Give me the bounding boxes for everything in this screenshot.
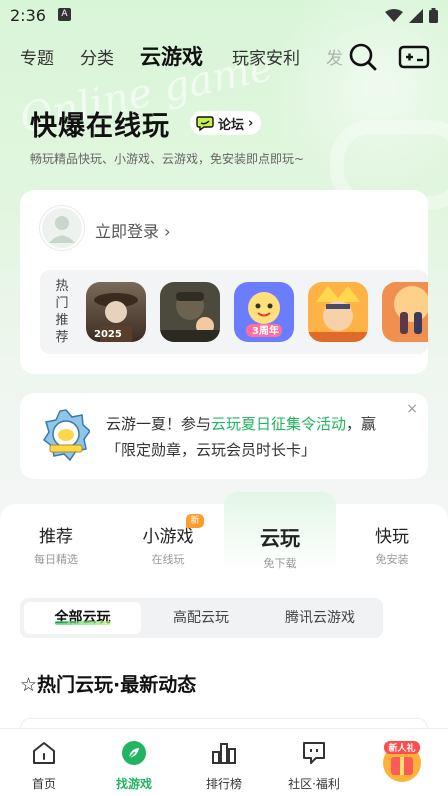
nav-home[interactable]: 首页 xyxy=(9,739,79,792)
game-icon-2[interactable] xyxy=(160,282,220,342)
tab-topics[interactable]: 专题 xyxy=(20,44,54,69)
login-link[interactable]: 立即登录 › xyxy=(95,218,171,242)
tab-more[interactable]: 发 xyxy=(326,44,343,69)
notification-a-icon: A xyxy=(58,8,71,21)
battery-icon xyxy=(429,8,438,23)
section-title: ☆热门云玩·最新动态 xyxy=(20,674,197,696)
hero-title: 快爆在线玩 xyxy=(30,111,170,142)
gamepad-icon[interactable] xyxy=(398,42,430,72)
wifi-icon xyxy=(385,8,403,22)
category-mini-games[interactable]: 小游戏 在线玩 xyxy=(123,522,213,567)
status-bar: 2:36 A xyxy=(0,0,448,32)
search-icon[interactable] xyxy=(348,42,378,72)
medal-icon xyxy=(42,409,90,461)
activity-banner-text: 云游一夏！参与云玩夏日征集令活动，赢「限定勋章，云玩会员时长卡」 xyxy=(106,415,377,459)
game-icon-5[interactable] xyxy=(382,282,428,342)
category-recommend[interactable]: 推荐 每日精选 xyxy=(11,522,101,567)
sub-tabs: 全部云玩 高配云玩 腾讯云游戏 xyxy=(20,598,383,638)
sub-tab-high-spec[interactable]: 高配云玩 xyxy=(145,602,257,634)
activity-banner[interactable]: 云游一夏！参与云玩夏日征集令活动，赢「限定勋章，云玩会员时长卡」 × xyxy=(20,393,428,479)
game-icon-1[interactable]: 2025 xyxy=(86,282,146,342)
svg-text:3周年: 3周年 xyxy=(252,324,279,337)
top-nav: 专题 分类 云游戏 玩家安利 发 xyxy=(0,40,448,76)
leaf-icon xyxy=(122,741,146,765)
status-icons xyxy=(385,8,438,23)
default-avatar-icon xyxy=(49,216,75,243)
nav-find-games[interactable]: 找游戏 xyxy=(99,739,169,792)
home-icon xyxy=(33,742,55,764)
hot-recommend: 热门推荐 2025 3周年 xyxy=(40,270,428,354)
chart-icon xyxy=(212,743,236,764)
chat-bubble-icon xyxy=(196,116,214,131)
close-icon[interactable]: × xyxy=(406,401,418,417)
new-badge: 新 xyxy=(186,514,204,528)
svg-text:2025: 2025 xyxy=(94,329,122,340)
login-card: 立即登录 › 热门推荐 2025 3周年 xyxy=(20,190,428,374)
signal-icon xyxy=(409,8,423,23)
nav-community[interactable]: 社区·福利 xyxy=(279,739,349,792)
tab-cloud-games[interactable]: 云游戏 xyxy=(138,41,205,71)
sub-tab-all[interactable]: 全部云玩 xyxy=(24,602,141,634)
newcomer-gift-icon[interactable]: 新人礼 xyxy=(378,737,426,783)
gift-badge-text: 新人礼 xyxy=(388,742,415,754)
tab-categories[interactable]: 分类 xyxy=(80,44,114,69)
avatar[interactable] xyxy=(40,206,84,250)
category-quick-play[interactable]: 快玩 免安装 xyxy=(347,522,437,567)
hot-recommend-label: 热门推荐 xyxy=(55,279,69,345)
forum-button[interactable]: 论坛 › xyxy=(190,111,262,135)
nav-rankings[interactable]: 排行榜 xyxy=(189,739,259,792)
status-time: 2:36 xyxy=(10,6,46,25)
forum-chevron: › xyxy=(248,115,254,131)
forum-label: 论坛 xyxy=(218,117,245,133)
game-icon-4[interactable] xyxy=(308,282,368,342)
hero-subtitle: 畅玩精品快玩、小游戏、云游戏，免安装即点即玩~ xyxy=(30,152,305,166)
bottom-nav: 首页 找游戏 排行榜 社区·福利 新人礼 xyxy=(0,728,448,796)
sub-tab-tencent[interactable]: 腾讯云游戏 xyxy=(261,602,379,634)
category-cloud-play[interactable]: 云玩 免下载 xyxy=(235,522,325,571)
game-icon-3[interactable]: 3周年 xyxy=(234,282,294,342)
chat-icon xyxy=(303,742,325,764)
tab-player-picks[interactable]: 玩家安利 xyxy=(232,44,300,69)
activity-link[interactable]: 云玩夏日征集令活动 xyxy=(211,415,346,433)
